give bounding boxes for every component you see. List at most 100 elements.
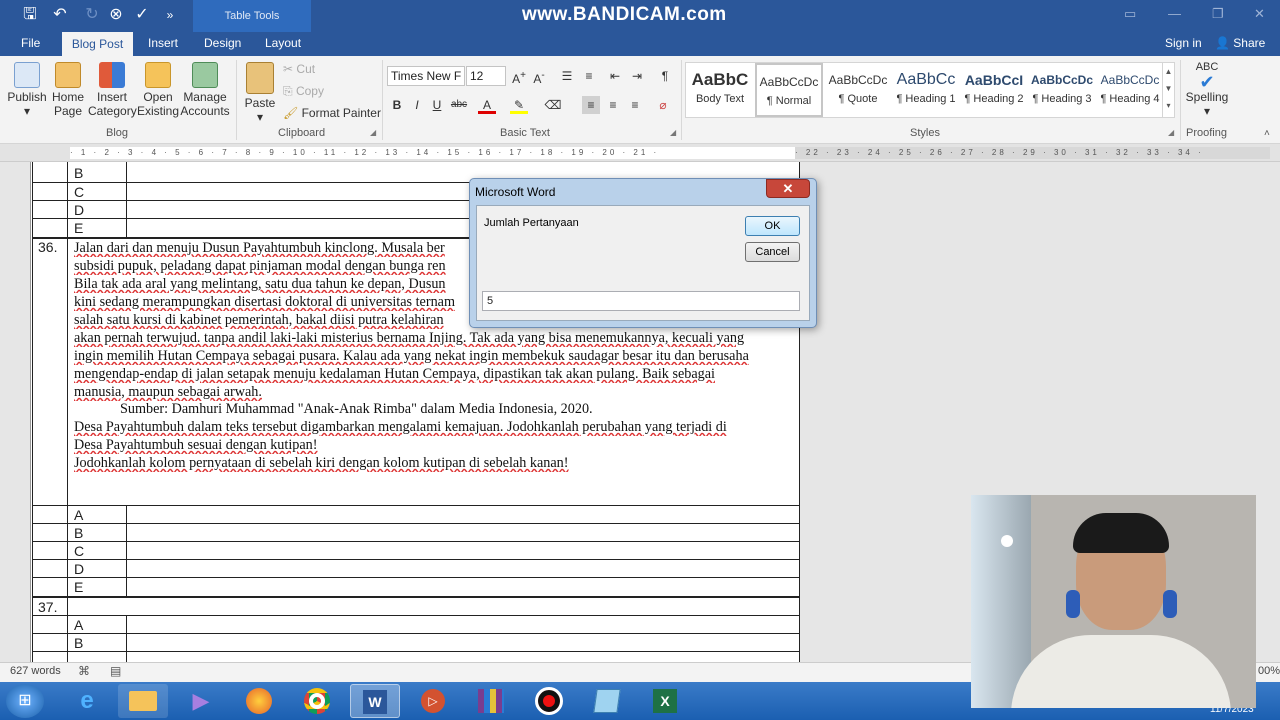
style-heading-2[interactable]: AaBbCcI ¶ Heading 2 (960, 63, 1028, 117)
styles-launcher-icon[interactable]: ◢ (1168, 128, 1174, 137)
word-icon[interactable]: W (350, 684, 400, 718)
word-count[interactable]: 627 words (10, 665, 61, 677)
text-line: Jodohkanlah kolom pernyataan di sebelah … (74, 455, 569, 471)
table-row (32, 651, 800, 652)
internet-explorer-icon[interactable]: e (62, 684, 112, 718)
clear-format-icon[interactable]: ⌫ (544, 96, 562, 114)
checkmark-icon[interactable]: ✓ (130, 4, 154, 26)
copy-button[interactable]: ⎘ Copy (283, 84, 324, 99)
format-painter-button[interactable]: 🖌 Format Painter (283, 106, 381, 120)
proofing-status-icon[interactable]: ⌘ (78, 664, 90, 678)
publish-icon (14, 62, 40, 88)
option-letter: C (74, 543, 85, 559)
ok-button[interactable]: OK (745, 216, 800, 236)
clipboard-launcher-icon[interactable]: ◢ (370, 128, 376, 137)
home-page-label-1: Home (51, 90, 84, 104)
customize-qat-icon[interactable]: » (158, 4, 182, 26)
spelling-button[interactable]: ABC ✔ Spelling ▾ (1184, 60, 1230, 118)
sign-in-link[interactable]: Sign in (1165, 36, 1202, 50)
text-line: kini sedang merampungkan disertasi dokto… (74, 294, 455, 310)
save-icon[interactable]: 🖫 (18, 4, 42, 26)
instruction-line: Desa Payahtumbuh sesuai dengan kutipan! (74, 436, 792, 454)
tab-blog-post[interactable]: Blog Post (62, 32, 133, 56)
style-heading-4[interactable]: AaBbCcDc ¶ Heading 4 (1096, 63, 1164, 117)
notepad-icon[interactable] (582, 684, 632, 718)
style-normal[interactable]: AaBbCcDc ¶ Normal (755, 63, 823, 117)
restore-icon[interactable]: ❐ (1212, 6, 1224, 22)
dialog-close-icon[interactable]: ✕ (766, 179, 810, 198)
firefox-icon[interactable] (234, 684, 284, 718)
bandicam-record-icon[interactable] (524, 684, 574, 718)
minimize-icon[interactable]: — (1168, 6, 1181, 21)
chrome-icon[interactable] (292, 684, 342, 718)
style-heading-3[interactable]: AaBbCcDc ¶ Heading 3 (1028, 63, 1096, 117)
numbering-icon[interactable]: ≡ (580, 67, 598, 85)
ribbon-display-icon[interactable]: ▭ (1124, 6, 1136, 22)
manage-accounts-button[interactable]: Manage Accounts (180, 62, 230, 118)
align-right-icon[interactable]: ≡ (626, 96, 644, 114)
font-name-select[interactable]: Times New F (387, 66, 465, 86)
font-size-select[interactable]: 12 (466, 66, 506, 86)
insert-category-button[interactable]: Insert Category (88, 62, 137, 118)
close-circle-icon[interactable]: ⊗ (104, 4, 128, 26)
dialog-input[interactable]: 5 (482, 291, 800, 311)
pilcrow-icon[interactable]: ¶ (656, 67, 674, 85)
align-center-icon[interactable]: ≡ (604, 96, 622, 114)
basic-text-launcher-icon[interactable]: ◢ (670, 128, 676, 137)
share-button[interactable]: 👤 Share (1215, 36, 1265, 50)
paste-button[interactable]: Paste ▾ (242, 62, 278, 124)
bullets-icon[interactable]: ☰ (558, 67, 576, 85)
file-explorer-icon[interactable] (118, 684, 168, 718)
italic-icon[interactable]: I (408, 96, 426, 114)
align-left-icon[interactable]: ≡ (582, 96, 600, 114)
table-row (32, 541, 800, 542)
tab-design[interactable]: Design (204, 36, 241, 50)
cancel-button[interactable]: Cancel (745, 242, 800, 262)
publish-label: Publish (7, 90, 47, 104)
style-body-text[interactable]: AaBbC Body Text (686, 63, 754, 117)
group-divider (681, 60, 682, 140)
strikethrough-icon[interactable]: abc (450, 96, 468, 114)
undo-icon[interactable]: ↶ (48, 4, 72, 26)
style-preview: AaBbCcDc (1100, 73, 1160, 87)
eraser-icon[interactable]: ⌀ (654, 96, 672, 114)
font-color-icon[interactable]: A (478, 96, 496, 114)
home-page-button[interactable]: Home Page (48, 62, 88, 118)
ruler-margin-area[interactable]: · 22 · 23 · 24 · 25 · 26 · 27 · 28 · 29 … (795, 147, 1270, 159)
option-letter: D (74, 561, 85, 577)
bold-icon[interactable]: B (388, 96, 406, 114)
styles-scroll[interactable]: ▲ ▼ ▾ (1162, 63, 1174, 117)
webcam-light (1001, 535, 1013, 547)
decrease-indent-icon[interactable]: ⇤ (606, 67, 624, 85)
publish-button[interactable]: Publish ▾ (6, 62, 48, 118)
powerpoint-icon[interactable]: ▷ (408, 684, 458, 718)
grow-font-icon[interactable]: A+ (510, 67, 528, 86)
close-window-icon[interactable]: ✕ (1254, 6, 1265, 22)
collapse-ribbon-icon[interactable]: ˄ (1264, 128, 1270, 139)
open-existing-button[interactable]: Open Existing (136, 62, 180, 118)
visual-studio-icon[interactable]: ▶ (176, 684, 226, 718)
macro-icon[interactable]: ▤ (110, 664, 121, 678)
style-heading-1[interactable]: AaBbCc ¶ Heading 1 (892, 63, 960, 117)
publish-dropdown-icon: ▾ (23, 104, 31, 118)
zoom-level[interactable]: 00% (1258, 665, 1280, 677)
tab-layout[interactable]: Layout (265, 36, 301, 50)
dialog-prompt: Jumlah Pertanyaan (484, 217, 579, 229)
winrar-icon[interactable] (466, 684, 516, 718)
style-name: ¶ Heading 4 (1100, 93, 1160, 105)
start-button-icon[interactable]: ⊞ (6, 684, 44, 718)
redo-icon[interactable]: ↻ (80, 4, 104, 26)
underline-icon[interactable]: U (428, 96, 446, 114)
excel-icon[interactable]: X (640, 684, 690, 718)
shrink-font-icon[interactable]: A- (530, 67, 548, 86)
increase-indent-icon[interactable]: ⇥ (628, 67, 646, 85)
style-quote[interactable]: AaBbCcDc ¶ Quote (824, 63, 892, 117)
ruler-text-area[interactable]: · 1 · 2 · 3 · 4 · 5 · 6 · 7 · 8 · 9 · 10… (70, 147, 795, 159)
text-line: mengendap-endap di jalan setapak menuju … (74, 366, 715, 382)
cut-button[interactable]: ✂ Cut (283, 62, 315, 76)
text-line: subsidi pupuk, peladang dapat pinjaman m… (74, 258, 446, 274)
tab-insert[interactable]: Insert (148, 36, 178, 50)
highlight-icon[interactable]: ✎ (510, 96, 528, 114)
tab-file[interactable]: File (21, 36, 40, 50)
option-letter: A (74, 507, 84, 523)
